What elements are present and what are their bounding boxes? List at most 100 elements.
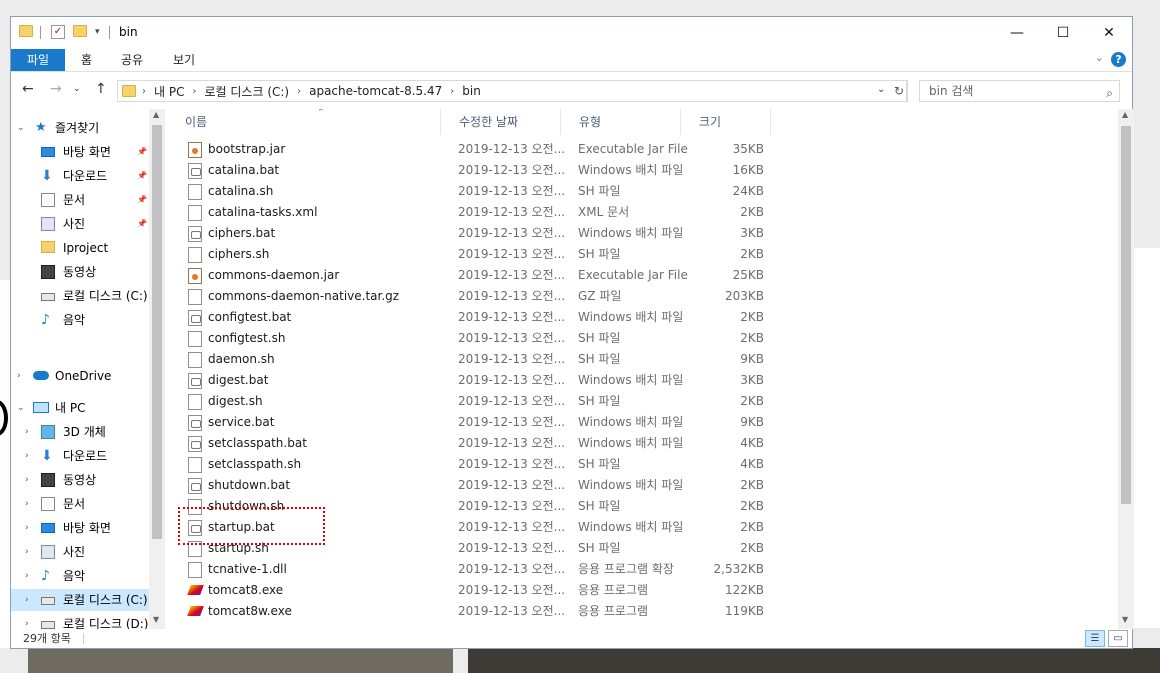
scroll-down-icon[interactable]: ▼ bbox=[1122, 615, 1128, 624]
nav-quick-item[interactable]: ⬇ 다운로드 📌 bbox=[11, 165, 149, 187]
nav-quick-item[interactable]: 동영상 bbox=[11, 261, 149, 283]
tab-view[interactable]: 보기 bbox=[163, 49, 205, 71]
chevron-right-icon[interactable]: › bbox=[295, 86, 303, 97]
file-row[interactable]: setclasspath.bat 2019-12-13 오전... Windows … bbox=[177, 433, 777, 454]
help-icon[interactable]: ? bbox=[1111, 52, 1126, 67]
nav-quick-access[interactable]: ⌄ ★ 즐겨찾기 bbox=[11, 117, 149, 139]
close-button[interactable]: ✕ bbox=[1086, 17, 1132, 48]
address-bar[interactable]: › 내 PC › 로컬 디스크 (C:) › apache-tomcat-8.5… bbox=[117, 80, 907, 102]
nav-pc-item[interactable]: › ♪ 음악 bbox=[11, 565, 149, 587]
chevron-right-icon[interactable]: › bbox=[190, 86, 198, 97]
breadcrumb-bin[interactable]: bin bbox=[456, 84, 487, 98]
nav-onedrive[interactable]: › OneDrive bbox=[11, 365, 149, 387]
file-name: tomcat8w.exe bbox=[208, 604, 292, 618]
chevron-right-icon[interactable]: › bbox=[25, 517, 29, 539]
chevron-right-icon[interactable]: › bbox=[25, 445, 29, 467]
nav-label: 동영상 bbox=[63, 473, 97, 487]
nav-quick-item[interactable]: 사진 📌 bbox=[11, 213, 149, 235]
file-row[interactable]: catalina-tasks.xml 2019-12-13 오전... XML 문서… bbox=[177, 202, 777, 223]
file-row[interactable]: catalina.sh 2019-12-13 오전... SH 파일 24KB bbox=[177, 181, 777, 202]
chevron-right-icon[interactable]: › bbox=[25, 541, 29, 563]
scroll-thumb[interactable] bbox=[1121, 126, 1131, 504]
new-folder-icon[interactable] bbox=[73, 25, 87, 37]
file-row[interactable]: shutdown.bat 2019-12-13 오전... Windows 배치 파… bbox=[177, 475, 777, 496]
scroll-down-icon[interactable]: ▼ bbox=[153, 615, 159, 624]
up-arrow-icon[interactable]: ↑ bbox=[95, 81, 107, 97]
column-header-size[interactable]: 크기 bbox=[691, 109, 771, 135]
file-row[interactable]: setclasspath.sh 2019-12-13 오전... SH 파일 4KB bbox=[177, 454, 777, 475]
nav-scrollbar[interactable]: ▲ ▼ bbox=[149, 109, 165, 629]
chevron-down-icon[interactable]: ⌄ bbox=[17, 117, 25, 139]
tab-share[interactable]: 공유 bbox=[111, 49, 153, 71]
large-icons-view-icon[interactable]: ▭ bbox=[1108, 630, 1128, 647]
breadcrumb-local-disk[interactable]: 로컬 디스크 (C:) bbox=[198, 83, 295, 100]
column-header-type[interactable]: 유형 bbox=[571, 109, 681, 135]
nav-pc-item[interactable]: › 로컬 디스크 (D:) bbox=[11, 613, 149, 629]
nav-pc-item[interactable]: › 사진 bbox=[11, 541, 149, 563]
forward-arrow-icon[interactable]: → bbox=[50, 81, 62, 97]
nav-pc-item[interactable]: › 로컬 디스크 (C:) bbox=[11, 589, 149, 611]
tab-file[interactable]: 파일 bbox=[11, 49, 65, 71]
file-row[interactable]: tomcat8.exe 2019-12-13 오전... 응용 프로그램 122KB bbox=[177, 580, 777, 601]
search-input[interactable]: bin 검색 ⌕ bbox=[919, 80, 1120, 102]
file-row[interactable]: configtest.bat 2019-12-13 오전... Windows 배치… bbox=[177, 307, 777, 328]
file-list-scrollbar[interactable]: ▲ ▼ bbox=[1118, 109, 1134, 629]
file-row[interactable]: service.bat 2019-12-13 오전... Windows 배치 파일… bbox=[177, 412, 777, 433]
nav-pc-item[interactable]: › 동영상 bbox=[11, 469, 149, 491]
file-row[interactable]: digest.bat 2019-12-13 오전... Windows 배치 파일 3… bbox=[177, 370, 777, 391]
chevron-right-icon[interactable]: › bbox=[17, 365, 21, 387]
pin-icon[interactable]: 📌 bbox=[137, 213, 147, 235]
nav-quick-item[interactable]: Iproject bbox=[11, 237, 149, 259]
file-row[interactable]: ciphers.sh 2019-12-13 오전... SH 파일 2KB bbox=[177, 244, 777, 265]
file-row[interactable]: digest.sh 2019-12-13 오전... SH 파일 2KB bbox=[177, 391, 777, 412]
file-row[interactable]: daemon.sh 2019-12-13 오전... SH 파일 9KB bbox=[177, 349, 777, 370]
chevron-right-icon[interactable]: › bbox=[25, 565, 29, 587]
recent-locations-icon[interactable]: ⌄ bbox=[73, 84, 81, 94]
nav-this-pc[interactable]: ⌄ 내 PC bbox=[11, 397, 149, 419]
maximize-button[interactable]: ☐ bbox=[1040, 17, 1086, 48]
chevron-right-icon[interactable]: › bbox=[448, 86, 456, 97]
breadcrumb-this-pc[interactable]: 내 PC bbox=[148, 83, 190, 100]
nav-pc-item[interactable]: › 3D 개체 bbox=[11, 421, 149, 443]
nav-pc-item[interactable]: › 문서 bbox=[11, 493, 149, 515]
scroll-up-icon[interactable]: ▲ bbox=[1122, 110, 1128, 119]
address-dropdown-icon[interactable]: ⌄ bbox=[877, 84, 885, 95]
chevron-right-icon[interactable]: › bbox=[25, 493, 29, 515]
minimize-button[interactable]: — bbox=[994, 17, 1040, 48]
chevron-right-icon[interactable]: › bbox=[140, 86, 148, 97]
pin-icon[interactable]: 📌 bbox=[137, 189, 147, 211]
nav-pc-item[interactable]: › 바탕 화면 bbox=[11, 517, 149, 539]
column-header-name[interactable]: 이름 ⌃ bbox=[177, 109, 441, 135]
back-arrow-icon[interactable]: ← bbox=[22, 81, 34, 97]
chevron-right-icon[interactable]: › bbox=[25, 469, 29, 491]
nav-quick-item[interactable]: 문서 📌 bbox=[11, 189, 149, 211]
customize-toolbar-icon[interactable]: ▾ bbox=[95, 27, 100, 37]
file-row[interactable]: tomcat8w.exe 2019-12-13 오전... 응용 프로그램 119KB bbox=[177, 601, 777, 622]
scroll-thumb[interactable] bbox=[152, 125, 162, 539]
expand-ribbon-icon[interactable]: ⌄ bbox=[1095, 51, 1104, 64]
pin-icon[interactable]: 📌 bbox=[137, 165, 147, 187]
scroll-up-icon[interactable]: ▲ bbox=[153, 110, 159, 119]
chevron-down-icon[interactable]: ⌄ bbox=[17, 397, 25, 419]
refresh-icon[interactable]: ↻ bbox=[891, 80, 908, 102]
nav-quick-item[interactable]: 로컬 디스크 (C:) bbox=[11, 285, 149, 307]
file-row[interactable]: catalina.bat 2019-12-13 오전... Windows 배치 파… bbox=[177, 160, 777, 181]
tab-home[interactable]: 홈 bbox=[71, 49, 102, 71]
nav-pc-item[interactable]: › ⬇ 다운로드 bbox=[11, 445, 149, 467]
properties-icon[interactable]: ✓ bbox=[51, 25, 65, 39]
file-row[interactable]: bootstrap.jar 2019-12-13 오전... Executable … bbox=[177, 139, 777, 160]
nav-quick-item[interactable]: 바탕 화면 📌 bbox=[11, 141, 149, 163]
file-row[interactable]: commons-daemon.jar 2019-12-13 오전... Execut… bbox=[177, 265, 777, 286]
nav-quick-item[interactable]: ♪ 음악 bbox=[11, 309, 149, 331]
file-row[interactable]: tcnative-1.dll 2019-12-13 오전... 응용 프로그램 확장… bbox=[177, 559, 777, 580]
chevron-right-icon[interactable]: › bbox=[25, 613, 29, 629]
file-row[interactable]: commons-daemon-native.tar.gz 2019-12-13 오… bbox=[177, 286, 777, 307]
details-view-icon[interactable]: ☰ bbox=[1085, 630, 1105, 647]
file-row[interactable]: configtest.sh 2019-12-13 오전... SH 파일 2KB bbox=[177, 328, 777, 349]
breadcrumb-tomcat[interactable]: apache-tomcat-8.5.47 bbox=[303, 84, 448, 98]
file-row[interactable]: ciphers.bat 2019-12-13 오전... Windows 배치 파일… bbox=[177, 223, 777, 244]
pin-icon[interactable]: 📌 bbox=[137, 141, 147, 163]
chevron-right-icon[interactable]: › bbox=[25, 589, 29, 611]
column-header-date[interactable]: 수정한 날짜 bbox=[451, 109, 561, 135]
chevron-right-icon[interactable]: › bbox=[25, 421, 29, 443]
